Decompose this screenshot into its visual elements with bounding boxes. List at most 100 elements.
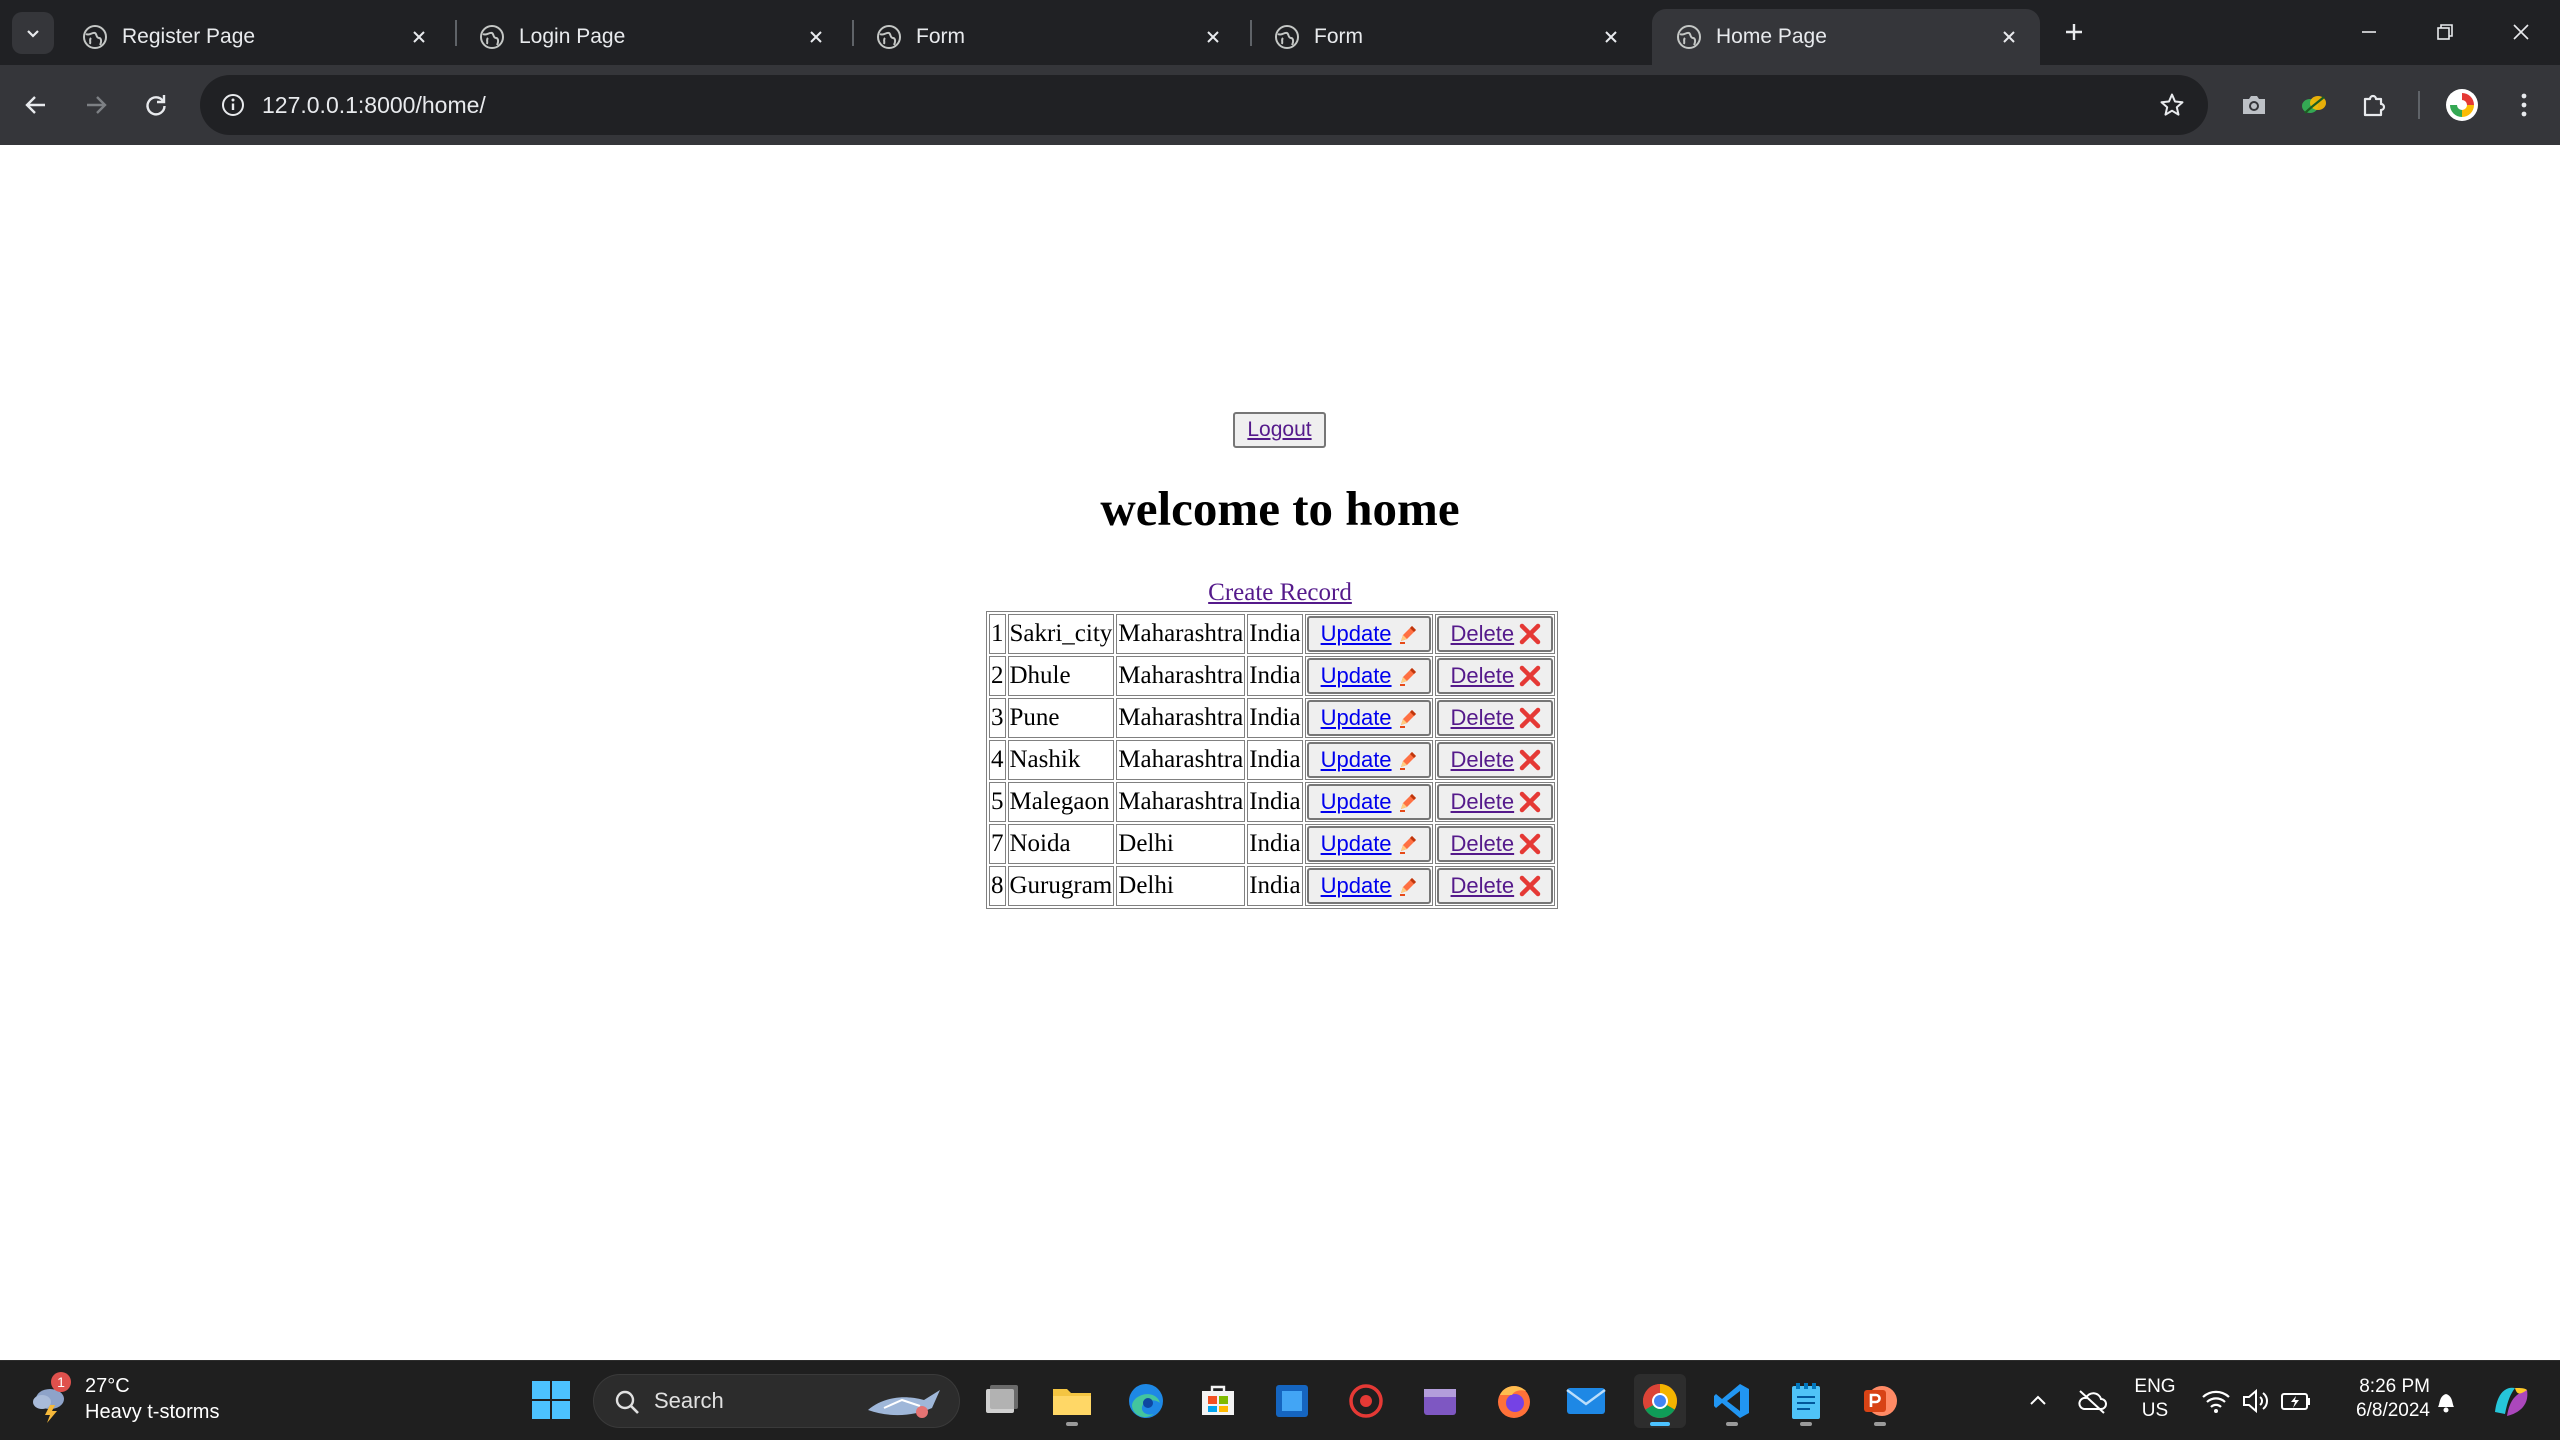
update-button[interactable]: Update: [1306, 784, 1431, 820]
wifi-button[interactable]: [2200, 1385, 2232, 1417]
plus-icon: [2066, 24, 2082, 40]
extensions-puzzle-icon[interactable]: [2354, 85, 2394, 125]
cross-icon: [1519, 791, 1541, 813]
battery-button[interactable]: [2280, 1385, 2312, 1417]
red-circle-app[interactable]: [1340, 1374, 1392, 1428]
pencil-icon: [1399, 626, 1416, 644]
blue-app-icon: [1276, 1385, 1308, 1417]
tab-register-page[interactable]: Register Page: [58, 9, 450, 65]
record-country: India: [1247, 740, 1303, 780]
update-button[interactable]: Update: [1306, 826, 1431, 862]
update-button[interactable]: Update: [1306, 658, 1431, 694]
cross-icon: [1519, 707, 1541, 729]
powerpoint-icon: [1864, 1386, 1897, 1416]
tab-title: Register Page: [122, 25, 256, 48]
delete-label: Delete: [1450, 663, 1515, 688]
weather-widget[interactable]: 1 27°C Heavy t-storms: [28, 1371, 238, 1431]
arrow-right-icon: [87, 96, 107, 114]
close-icon[interactable]: [1596, 22, 1626, 52]
powerpoint-app[interactable]: [1854, 1374, 1906, 1428]
delete-button[interactable]: Delete: [1436, 868, 1554, 904]
tab-form-1[interactable]: Form: [852, 9, 1244, 65]
pencil-icon: [1399, 878, 1416, 896]
close-icon[interactable]: [1994, 22, 2024, 52]
input-language-indicator[interactable]: ENG US: [2128, 1375, 2182, 1423]
update-label: Update: [1320, 663, 1392, 688]
tab-login-page[interactable]: Login Page: [455, 9, 847, 65]
cross-icon: [1519, 665, 1541, 687]
address-bar[interactable]: 127.0.0.1:8000/home/: [200, 75, 2208, 135]
camera-extension-icon[interactable]: [2234, 85, 2274, 125]
copilot-button[interactable]: [2490, 1381, 2534, 1421]
delete-button[interactable]: Delete: [1436, 616, 1554, 652]
chevron-down-icon: [27, 30, 39, 38]
delete-cell: Delete: [1434, 614, 1556, 654]
blue-window-app[interactable]: [1266, 1374, 1318, 1428]
update-button[interactable]: Update: [1306, 868, 1431, 904]
delete-button[interactable]: Delete: [1436, 658, 1554, 694]
task-view-icon: [986, 1385, 1018, 1413]
bookmark-star-icon[interactable]: [2154, 87, 2190, 123]
notepad-app[interactable]: [1780, 1374, 1832, 1428]
notifications-button[interactable]: [2430, 1385, 2462, 1417]
edge-app[interactable]: [1120, 1374, 1172, 1428]
delete-label: Delete: [1450, 789, 1515, 814]
delete-label: Delete: [1450, 705, 1515, 730]
tab-search-button[interactable]: [12, 12, 54, 54]
restore-button[interactable]: [2420, 10, 2470, 54]
tab-home-page[interactable]: Home Page: [1652, 9, 2040, 65]
leaf-extension-icon[interactable]: [2294, 85, 2334, 125]
close-window-button[interactable]: [2496, 10, 2546, 54]
kebab-menu-icon[interactable]: [2504, 85, 2544, 125]
update-button[interactable]: Update: [1306, 616, 1431, 652]
records-table-body: 1 Sakri_city Maharashtra India Update Delete 2…: [989, 614, 1556, 906]
delete-label: Delete: [1450, 873, 1515, 898]
table-row: 4 Nashik Maharashtra India Update Delete: [989, 740, 1556, 780]
close-icon[interactable]: [801, 22, 831, 52]
delete-cell: Delete: [1434, 740, 1556, 780]
create-record-link[interactable]: Create Record: [1208, 579, 1352, 606]
minimize-button[interactable]: [2344, 10, 2394, 54]
system-clock[interactable]: 8:26 PM 6/8/2024: [2330, 1375, 2430, 1423]
vscode-app[interactable]: [1706, 1374, 1758, 1428]
close-icon[interactable]: [1198, 22, 1228, 52]
delete-cell: Delete: [1434, 866, 1556, 906]
site-info-icon[interactable]: [216, 88, 250, 122]
volume-button[interactable]: [2240, 1385, 2272, 1417]
tray-overflow-button[interactable]: [2022, 1385, 2054, 1417]
firefox-app[interactable]: [1488, 1374, 1540, 1428]
task-view-app[interactable]: [974, 1374, 1026, 1428]
file-explorer-app[interactable]: [1046, 1374, 1098, 1428]
delete-button[interactable]: Delete: [1436, 700, 1554, 736]
toolbar-separator: [2418, 91, 2420, 119]
table-row: 2 Dhule Maharashtra India Update Delete: [989, 656, 1556, 696]
close-icon[interactable]: [404, 22, 434, 52]
start-button[interactable]: [528, 1375, 574, 1425]
reload-button[interactable]: [134, 83, 178, 127]
microsoft-store-app[interactable]: [1192, 1374, 1244, 1428]
delete-button[interactable]: Delete: [1436, 742, 1554, 778]
delete-button[interactable]: Delete: [1436, 826, 1554, 862]
running-indicator: [1874, 1422, 1886, 1426]
cloud-off-icon: [2078, 1390, 2107, 1414]
update-button[interactable]: Update: [1306, 742, 1431, 778]
profile-avatar-icon[interactable]: [2442, 85, 2482, 125]
taskbar-search-box[interactable]: Search: [593, 1374, 960, 1428]
record-id: 4: [989, 740, 1006, 780]
url-text: 127.0.0.1:8000/home/: [262, 92, 486, 118]
back-button[interactable]: [14, 83, 58, 127]
chrome-app[interactable]: [1634, 1374, 1686, 1428]
video-editor-app[interactable]: [1414, 1374, 1466, 1428]
logout-button[interactable]: Logout: [1233, 412, 1326, 448]
mail-app[interactable]: [1560, 1374, 1612, 1428]
web-page: Logout welcome to home Create Record 1 Sa…: [0, 145, 2560, 1360]
onedrive-status-button[interactable]: [2076, 1385, 2108, 1417]
chevron-up-icon: [2030, 1395, 2046, 1405]
search-icon: [615, 1390, 639, 1414]
new-tab-button[interactable]: [2056, 14, 2092, 50]
record-country: India: [1247, 866, 1303, 906]
update-button[interactable]: Update: [1306, 700, 1431, 736]
delete-button[interactable]: Delete: [1436, 784, 1554, 820]
forward-button[interactable]: [74, 83, 118, 127]
tab-form-2[interactable]: Form: [1250, 9, 1642, 65]
